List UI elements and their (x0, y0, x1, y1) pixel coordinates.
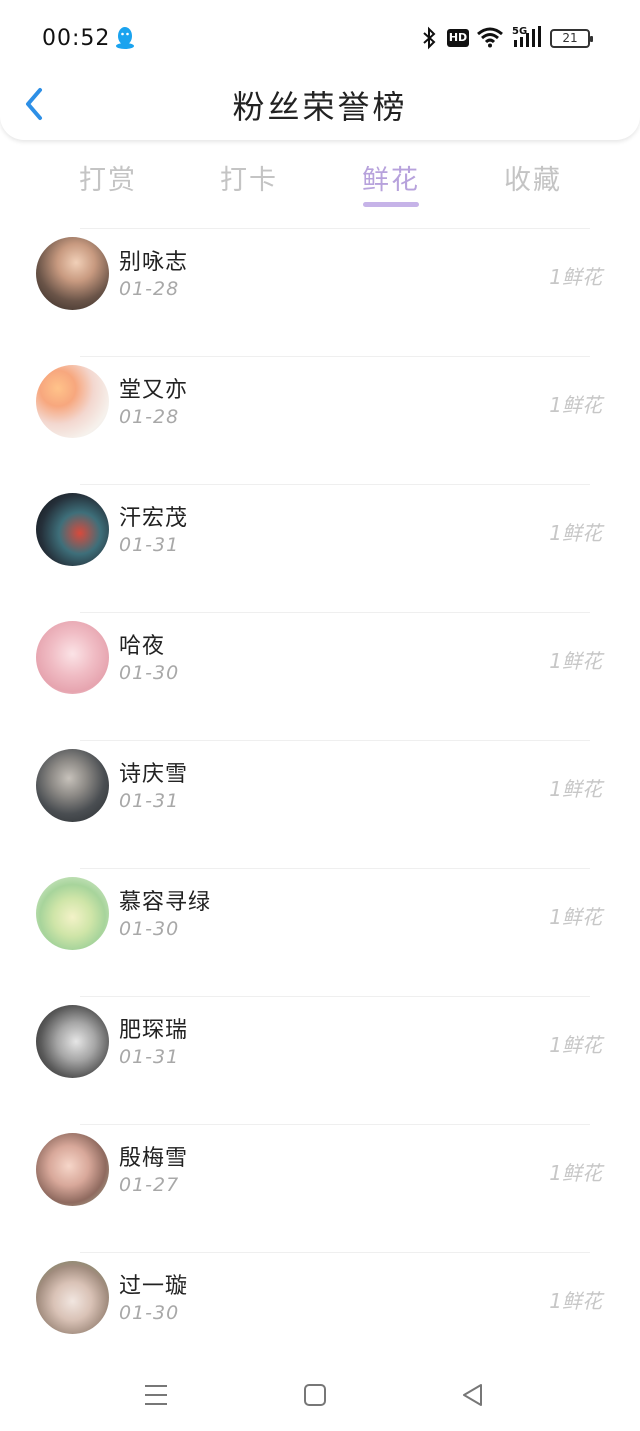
fan-date: 01-31 (119, 1046, 180, 1068)
divider (80, 228, 590, 229)
gift-amount: 1鲜花 (549, 905, 602, 929)
fan-date: 01-27 (119, 1174, 180, 1196)
list-item[interactable]: 诗庆雪 01-31 1鲜花 (0, 740, 640, 868)
gift-amount: 1鲜花 (549, 1161, 602, 1185)
fan-date: 01-31 (119, 534, 180, 556)
divider (80, 1252, 590, 1253)
fan-name: 过一璇 (119, 1274, 189, 1299)
fan-date: 01-30 (119, 918, 180, 940)
avatar[interactable] (36, 749, 109, 822)
active-tab-indicator (363, 202, 419, 207)
tab-bar: 打赏 打卡 鲜花 收藏 (0, 150, 640, 210)
page-title: 粉丝荣誉榜 (232, 88, 408, 126)
divider (80, 484, 590, 485)
divider (80, 868, 590, 869)
avatar[interactable] (36, 1261, 109, 1334)
gift-amount: 1鲜花 (549, 1289, 602, 1313)
gift-amount: 1鲜花 (549, 1033, 602, 1057)
system-nav-bar (0, 1361, 640, 1431)
fan-date: 01-30 (119, 662, 180, 684)
tab-tip[interactable]: 打赏 (48, 158, 168, 197)
signal-icon: 5G (512, 26, 541, 47)
avatar[interactable] (36, 493, 109, 566)
gift-amount: 1鲜花 (549, 521, 602, 545)
avatar[interactable] (36, 237, 109, 310)
list-item[interactable]: 别咏志 01-28 1鲜花 (0, 228, 640, 356)
list-item[interactable]: 汗宏茂 01-31 1鲜花 (0, 484, 640, 612)
fan-name: 汗宏茂 (119, 506, 189, 531)
home-icon[interactable] (297, 1377, 333, 1413)
divider (80, 1124, 590, 1125)
tab-favorites[interactable]: 收藏 (473, 158, 593, 197)
list-item[interactable]: 慕容寻绿 01-30 1鲜花 (0, 868, 640, 996)
hd-badge: HD (447, 29, 469, 47)
gift-amount: 1鲜花 (549, 649, 602, 673)
battery-indicator: 21 (550, 29, 593, 48)
network-label: 5G (512, 26, 527, 37)
fan-name: 殷梅雪 (119, 1146, 189, 1171)
qq-icon (116, 27, 134, 49)
bluetooth-icon (423, 26, 436, 50)
fan-name: 堂又亦 (119, 378, 189, 403)
gift-amount: 1鲜花 (549, 777, 602, 801)
header: 00:52 HD 5G 21 粉丝荣誉榜 (0, 0, 640, 140)
tab-checkin[interactable]: 打卡 (189, 158, 309, 197)
list-item[interactable]: 哈夜 01-30 1鲜花 (0, 612, 640, 740)
gift-amount: 1鲜花 (549, 265, 602, 289)
wifi-icon (477, 27, 503, 48)
fan-date: 01-28 (119, 406, 180, 428)
fan-name: 哈夜 (119, 634, 166, 659)
fan-name: 慕容寻绿 (119, 890, 212, 915)
fan-name: 肥琛瑞 (119, 1018, 189, 1043)
divider (80, 612, 590, 613)
status-time: 00:52 (42, 26, 111, 51)
back-icon[interactable] (455, 1377, 491, 1413)
fan-name: 别咏志 (119, 250, 189, 275)
tab-flowers[interactable]: 鲜花 (331, 158, 451, 197)
avatar[interactable] (36, 877, 109, 950)
status-bar: 00:52 HD 5G 21 (0, 0, 640, 74)
avatar[interactable] (36, 1133, 109, 1206)
divider (80, 356, 590, 357)
list-item[interactable]: 殷梅雪 01-27 1鲜花 (0, 1124, 640, 1252)
fan-date: 01-28 (119, 278, 180, 300)
avatar[interactable] (36, 1005, 109, 1078)
fan-date: 01-31 (119, 790, 180, 812)
fan-name: 诗庆雪 (119, 762, 189, 787)
avatar[interactable] (36, 365, 109, 438)
divider (80, 740, 590, 741)
fan-date: 01-30 (119, 1302, 180, 1324)
menu-icon[interactable] (138, 1377, 174, 1413)
gift-amount: 1鲜花 (549, 393, 602, 417)
divider (80, 996, 590, 997)
avatar[interactable] (36, 621, 109, 694)
list-item[interactable]: 堂又亦 01-28 1鲜花 (0, 356, 640, 484)
list-item[interactable]: 肥琛瑞 01-31 1鲜花 (0, 996, 640, 1124)
